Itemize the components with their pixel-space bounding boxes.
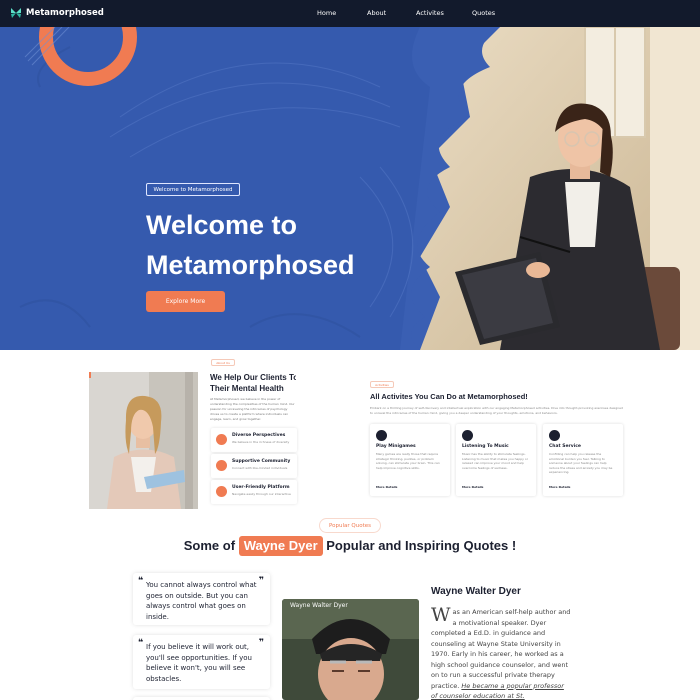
nav-activities[interactable]: Activites — [416, 9, 444, 17]
hero-title-line1: Welcome to — [146, 210, 298, 240]
about-label: About Us — [211, 359, 235, 366]
butterfly-logo-icon — [11, 8, 21, 18]
hero-title: Welcome to Metamorphosed — [146, 205, 406, 285]
feature-desc: Navigate easily through our interactive — [232, 492, 291, 496]
card-desc: Music has the ability to stimulate feeli… — [462, 452, 528, 470]
quote-close-icon: ❞ — [258, 638, 264, 648]
about-photo — [89, 372, 198, 509]
chat-icon — [549, 430, 560, 441]
feature-desc: We believe in the richness of diversity — [232, 440, 290, 444]
activity-card-minigames: Play Minigames Many games are really tho… — [370, 424, 450, 496]
bio-body: as an American self-help author and a mo… — [431, 608, 571, 690]
quote-text: You cannot always control what goes on o… — [146, 581, 257, 621]
music-icon — [462, 430, 473, 441]
about-title-line1: We Help Our Clients To G — [210, 373, 296, 382]
gamepad-icon — [376, 430, 387, 441]
nav-about[interactable]: About — [367, 9, 386, 17]
brand[interactable]: Metamorphosed — [10, 7, 104, 19]
hero-section: Welcome to Metamorphosed Welcome to Meta… — [0, 27, 700, 350]
top-navbar: Metamorphosed Home About Activites Quote… — [0, 0, 700, 27]
explore-more-button[interactable]: Explore More — [146, 291, 225, 312]
nav-links: Home About Activites Quotes — [300, 9, 520, 21]
activities-title: All Activites You Can Do at Metamorphose… — [370, 392, 528, 401]
quote-open-icon: ❝ — [138, 638, 144, 648]
card-title: Play Minigames — [376, 444, 416, 449]
feature-title: Supportive Community — [232, 459, 291, 464]
community-icon — [216, 460, 227, 471]
hero-background — [0, 27, 700, 350]
photo-caption: Wayne Walter Dyer — [290, 602, 348, 609]
about-title: We Help Our Clients To G Their Mental He… — [210, 372, 296, 394]
quote-text: If you believe it will work out, you'll … — [146, 643, 252, 683]
more-details-link[interactable]: More Details — [549, 485, 570, 489]
feature-supportive-community: Supportive Community Connect with like-m… — [211, 454, 297, 478]
more-details-link[interactable]: More Details — [462, 485, 483, 489]
bio-name: Wayne Walter Dyer — [431, 586, 521, 597]
feature-title: Diverse Perspectives — [232, 433, 286, 438]
wayne-dyer-photo — [282, 599, 419, 700]
hero-title-line2: Metamorphosed — [146, 250, 355, 280]
quote-close-icon: ❞ — [258, 576, 264, 586]
quotes-title-name: Wayne Dyer — [238, 536, 323, 556]
more-details-link[interactable]: More Details — [376, 485, 397, 489]
quotes-title-pre: Some of — [183, 538, 236, 553]
activity-card-chat: Chat Service Confiding can help you rele… — [543, 424, 623, 496]
nav-home[interactable]: Home — [317, 9, 336, 17]
card-title: Listening To Music — [462, 444, 509, 449]
card-desc: Many games are really those that require… — [376, 452, 440, 470]
quotes-title: Some of Wayne Dyer Popular and Inspiring… — [0, 536, 700, 556]
quotes-title-post: Popular and Inspiring Quotes ! — [326, 538, 517, 553]
quotes-pill: Popular Quotes — [319, 518, 381, 533]
bio-dropcap: W — [431, 604, 451, 626]
feature-title: User-Friendly Platform — [232, 485, 290, 490]
about-title-line2: Their Mental Health — [210, 384, 284, 393]
feature-user-friendly-platform: User-Friendly Platform Navigate easily t… — [211, 480, 297, 504]
quote-card: ❝ You cannot always control what goes on… — [133, 573, 270, 625]
photo-accent — [89, 372, 91, 378]
activity-card-music: Listening To Music Music has the ability… — [456, 424, 536, 496]
feature-desc: Connect with like-minded individuals — [232, 466, 288, 470]
platform-icon — [216, 486, 227, 497]
about-description: At Metamorphosed, we believe in the powe… — [210, 397, 295, 421]
quote-open-icon: ❝ — [138, 576, 144, 586]
people-icon — [216, 434, 227, 445]
bio-text: Was an American self-help author and a m… — [431, 604, 571, 700]
card-desc: Confiding can help you release the emoti… — [549, 452, 613, 474]
card-title: Chat Service — [549, 444, 581, 449]
activities-description: Embark on a thrilling journey of self-di… — [370, 406, 623, 415]
hero-badge: Welcome to Metamorphosed — [146, 183, 240, 196]
quote-card: ❝ If you believe it will work out, you'l… — [133, 635, 270, 689]
brand-name: Metamorphosed — [26, 8, 104, 18]
feature-diverse-perspectives: Diverse Perspectives We believe in the r… — [211, 428, 297, 452]
activities-label: Activities — [370, 381, 394, 388]
nav-quotes[interactable]: Quotes — [472, 9, 495, 17]
